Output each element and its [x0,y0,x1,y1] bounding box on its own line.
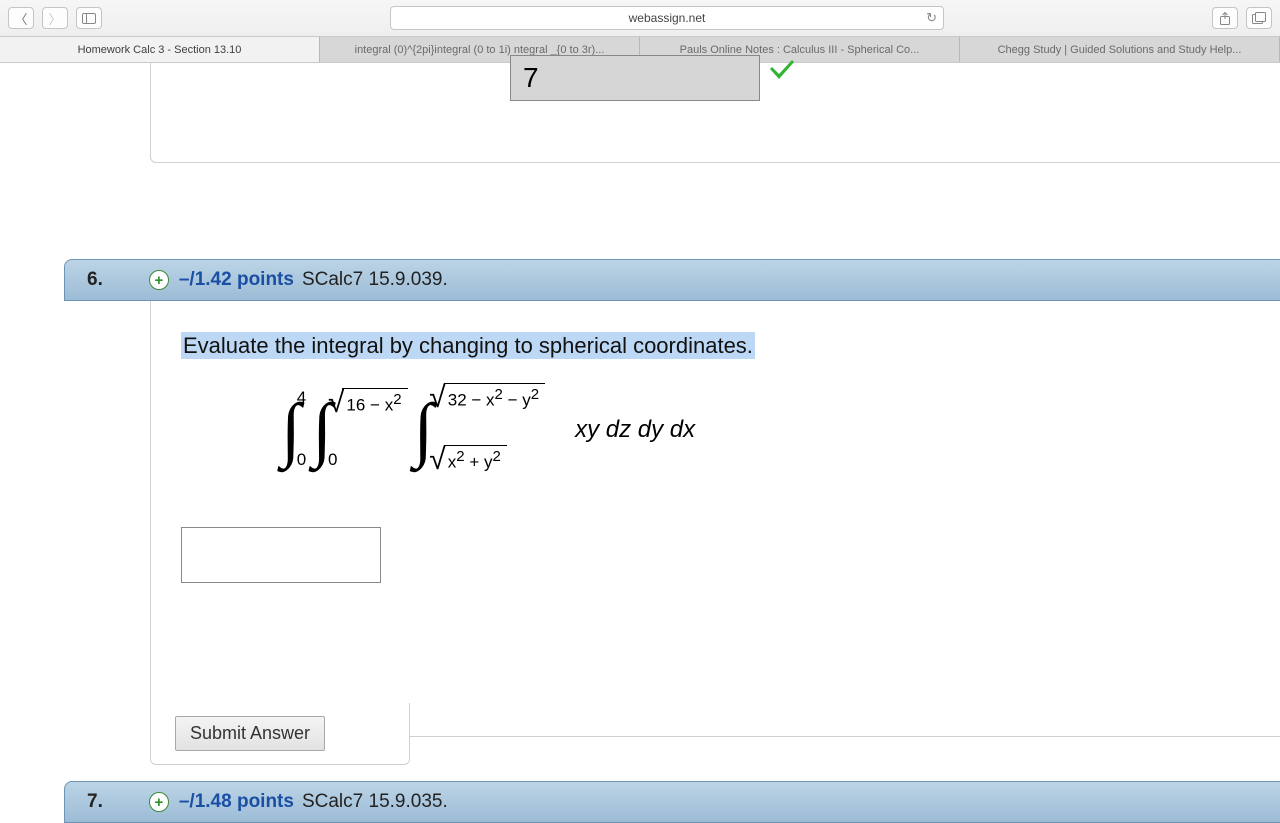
integral-expression: ∫ 4 0 ∫ √16 − x2 0 ∫ [281,381,1250,479]
browser-chrome: 〈 〉 webassign.net ↻ Homework Calc 3 - Se… [0,0,1280,63]
question-number: 7. [87,791,103,813]
tab-chegg[interactable]: Chegg Study | Guided Solutions and Study… [960,37,1280,62]
page-content: 7 6. + –/1.42 points SCalc7 15.9.039. Ev… [0,63,1280,801]
inner-upper-limit: √32 − x2 − y2 [429,383,545,413]
expand-button[interactable]: + [149,792,169,812]
submit-answer-button[interactable]: Submit Answer [175,716,325,751]
question-6-header: 6. + –/1.42 points SCalc7 15.9.039. [64,259,1280,301]
middle-lower-limit: 0 [328,450,337,470]
forward-button[interactable]: 〉 [42,7,68,29]
middle-integral: ∫ √16 − x2 0 [312,386,407,474]
outer-integral: ∫ 4 0 [281,386,306,474]
url-text: webassign.net [629,11,706,25]
inner-lower-limit: √x2 + y2 [429,445,507,475]
previous-answer-box[interactable]: 7 [510,55,760,101]
points-label: –/1.42 points [179,269,294,291]
outer-lower-limit: 0 [297,450,306,470]
answer-input[interactable] [181,527,381,583]
correct-check-icon [770,59,794,85]
expand-button[interactable]: + [149,270,169,290]
question-reference: SCalc7 15.9.039. [302,269,448,291]
back-button[interactable]: 〈 [8,7,34,29]
reload-icon[interactable]: ↻ [926,10,937,26]
question-6-body: Evaluate the integral by changing to sph… [150,301,1280,737]
share-button[interactable] [1212,7,1238,29]
question-reference: SCalc7 15.9.035. [302,791,448,813]
question-number: 6. [87,269,103,291]
submit-panel: Submit Answer [150,703,410,765]
inner-integral: ∫ √32 − x2 − y2 √x2 + y2 [414,381,546,479]
sidebar-toggle-button[interactable] [76,7,102,29]
points-label: –/1.48 points [179,791,294,813]
outer-upper-limit: 4 [297,388,306,408]
middle-upper-limit: √16 − x2 [328,388,408,418]
url-bar[interactable]: webassign.net ↻ [390,6,944,30]
browser-toolbar: 〈 〉 webassign.net ↻ [0,0,1280,36]
question-prompt: Evaluate the integral by changing to sph… [181,332,755,359]
integrand: xy dz dy dx [575,416,695,444]
question-7-header: 7. + –/1.48 points SCalc7 15.9.035. [64,781,1280,823]
tabs-button[interactable] [1246,7,1272,29]
tab-homework[interactable]: Homework Calc 3 - Section 13.10 [0,37,320,62]
